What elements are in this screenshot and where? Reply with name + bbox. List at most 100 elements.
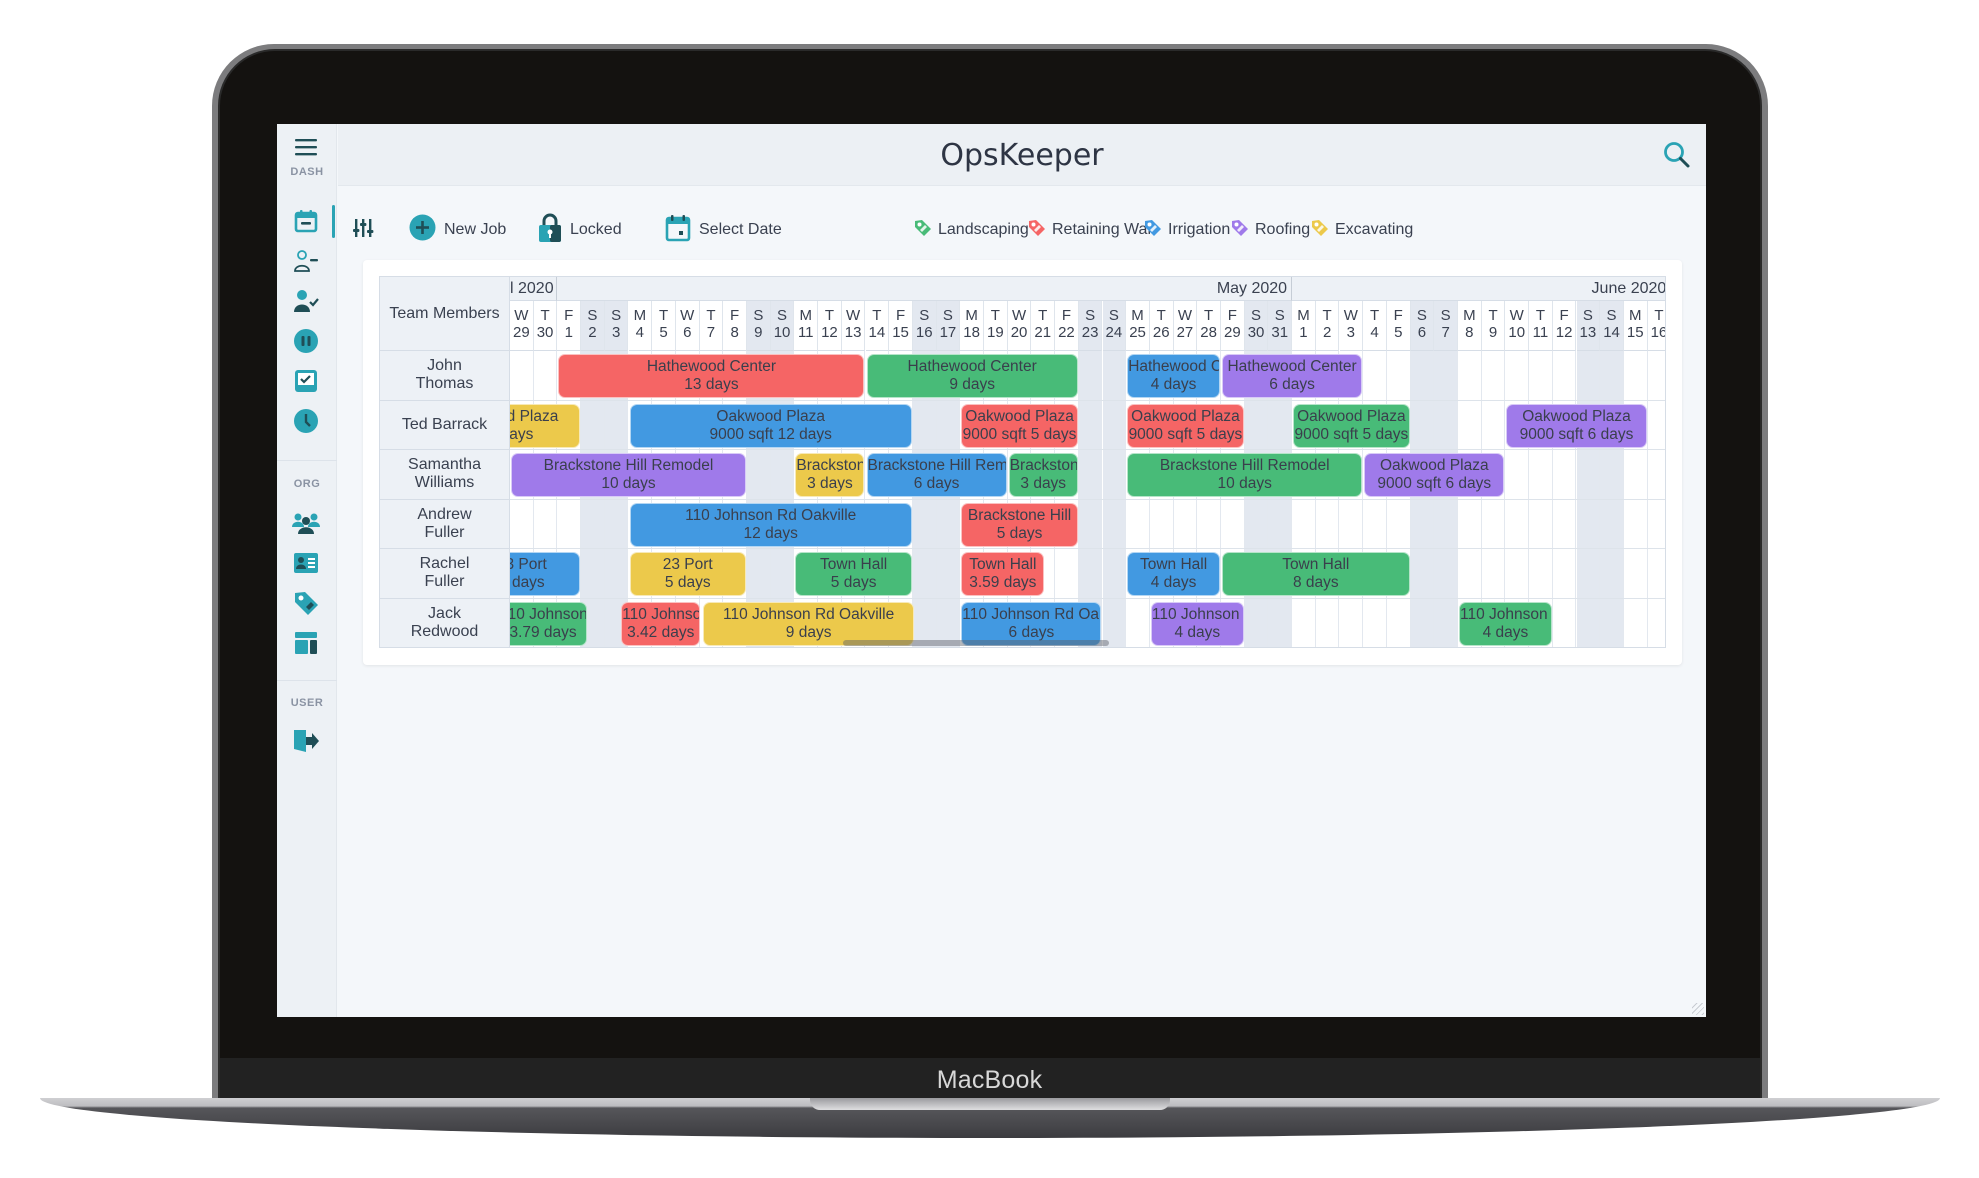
job-bar[interactable]: 110 Johnson Rd Oakville6 days xyxy=(961,601,1102,646)
users-group-icon[interactable] xyxy=(291,508,321,538)
day-number: 29 xyxy=(1224,324,1241,341)
day-number: 16 xyxy=(915,324,933,341)
job-bar[interactable]: Brackstone Hill Remodel6 days xyxy=(866,453,1007,497)
weekday-letter: M xyxy=(633,307,647,324)
clock-icon[interactable] xyxy=(291,406,321,436)
weekday-letter: T xyxy=(872,307,882,324)
select-date-button[interactable]: Select Date xyxy=(665,210,782,250)
legend-item-irrigation[interactable]: Irrigation xyxy=(1144,210,1230,250)
weekday-letter: F xyxy=(1227,307,1237,324)
job-title: Town Hall xyxy=(1139,556,1208,573)
tag-icon xyxy=(1231,219,1249,242)
horizontal-scrollbar-thumb[interactable] xyxy=(843,640,1110,646)
job-bar[interactable]: Oakwood Plaza 9000 sqft 12 days xyxy=(629,403,912,448)
job-bar[interactable]: Town Hall 5 days xyxy=(795,552,912,596)
day-header: T 30 xyxy=(533,301,558,351)
job-title: Brackstone Hill Remodel xyxy=(543,457,714,474)
job-bar[interactable]: Oakwood Plaza 9000 sqft 5 days xyxy=(1293,403,1410,448)
locked-toggle[interactable]: Locked xyxy=(538,210,622,250)
job-bar[interactable]: Hathewood Center4 days xyxy=(1127,354,1220,398)
tag-icon xyxy=(1144,219,1162,242)
timeline[interactable]: l 2020 May 2020 June 2020 W 29 T 30 F 1 S 2 S 3 M 4 T 5 W… xyxy=(510,277,1665,647)
job-bar[interactable]: Town Hall 8 days xyxy=(1222,552,1410,596)
day-number: 7 xyxy=(1441,324,1450,341)
day-header: M 15 xyxy=(1623,301,1648,351)
job-bar[interactable]: 110 Johnson Rd Oakville4 days xyxy=(1459,601,1552,646)
job-bar[interactable]: Brackstone Hill Remodel3 days xyxy=(1008,453,1078,497)
job-bar[interactable]: Town Hall 4 days xyxy=(1127,552,1220,596)
job-bar[interactable]: Town Hall 3.59 days xyxy=(961,552,1045,596)
legend-item-retaining-wall[interactable]: Retaining Wall xyxy=(1028,210,1155,250)
day-header: M1 xyxy=(1292,301,1316,351)
job-bar[interactable]: Oakwood Plaza 9000 sqft 5 days xyxy=(1127,403,1244,448)
job-bar[interactable]: Oakwood Plaza6.5 days xyxy=(510,403,581,448)
job-bar[interactable]: Hathewood Center 13 days xyxy=(558,354,865,398)
day-header: S 23 xyxy=(1078,301,1103,351)
legend-item-roofing[interactable]: Roofing xyxy=(1231,210,1310,250)
job-bar[interactable]: 23 Port5 days xyxy=(510,552,581,596)
job-bar[interactable]: 110 Johnson Rd Oakville3.79 days xyxy=(510,601,587,646)
layout-icon[interactable] xyxy=(291,628,321,658)
day-header: T 28 xyxy=(1197,301,1221,351)
job-duration: 13 days xyxy=(684,376,739,393)
laptop-hinge-notch xyxy=(810,1098,1170,1110)
day-number: 2 xyxy=(588,324,597,341)
day-number: 4 xyxy=(635,324,645,341)
job-duration: 9 days xyxy=(785,623,832,641)
weekday-letter: S xyxy=(942,307,953,324)
month-header: May 2020 xyxy=(557,277,1293,301)
top-bar: OpsKeeper xyxy=(338,124,1706,186)
tag-icon[interactable] xyxy=(291,588,321,618)
job-title: Town Hall xyxy=(969,556,1037,573)
pause-circle-icon[interactable] xyxy=(291,326,321,356)
job-bar[interactable]: 23 Port5 days xyxy=(629,552,746,596)
user-check-icon[interactable] xyxy=(291,286,321,316)
day-header: S 24 xyxy=(1102,301,1127,351)
row-divider xyxy=(510,597,1665,599)
job-duration: 5 days xyxy=(664,574,711,591)
day-header: F 15 xyxy=(889,301,913,351)
filter-button[interactable] xyxy=(352,210,374,250)
job-bar[interactable]: 110 Johnson Rd Oakville 9 days xyxy=(702,601,915,646)
inbox-check-icon[interactable] xyxy=(291,366,321,396)
job-bar[interactable]: Oakwood Plaza 9000 sqft 6 days xyxy=(1364,453,1505,497)
resize-grip-icon[interactable] xyxy=(1692,1003,1704,1015)
id-card-icon[interactable] xyxy=(291,548,321,578)
job-bar[interactable]: Oakwood Plaza 9000 sqft 6 days xyxy=(1506,403,1647,448)
job-title: 23 Port xyxy=(662,556,713,573)
user-minus-icon[interactable] xyxy=(291,246,321,276)
sign-out-icon[interactable] xyxy=(291,726,321,756)
weekday-letter: F xyxy=(564,307,574,324)
day-number: 8 xyxy=(1465,324,1474,341)
legend-item-landscaping[interactable]: Landscaping xyxy=(914,210,1029,250)
search-icon[interactable] xyxy=(1662,140,1692,170)
day-header: T 11 xyxy=(1529,301,1553,351)
team-member-name: Samantha Williams xyxy=(380,450,510,500)
job-duration: 9000 sqft 5 days xyxy=(1128,425,1243,443)
new-job-button[interactable]: New Job xyxy=(409,210,506,250)
legend-item-excavating[interactable]: Excavating xyxy=(1311,210,1413,250)
weekday-letter: F xyxy=(895,307,906,324)
job-bar[interactable]: 110 Johnson Rd Oakville4 days xyxy=(1150,601,1244,646)
job-bar[interactable]: Oakwood Plaza 9000 sqft 5 days xyxy=(961,403,1078,448)
job-bar[interactable]: 110 Johnson Rd Oakville3.42 days xyxy=(621,601,701,646)
select-date-label: Select Date xyxy=(699,221,782,238)
weekday-letter: W xyxy=(514,307,529,324)
job-bar[interactable]: Brackstone Hill Remodel3 days xyxy=(795,453,865,497)
calendar-icon xyxy=(665,214,691,247)
job-bar[interactable]: Brackstone Hill 5 days xyxy=(961,502,1078,547)
calendar-icon[interactable] xyxy=(291,206,321,236)
job-bar[interactable]: Brackstone Hill Remodel 10 days xyxy=(511,453,746,497)
month-header: l 2020 xyxy=(510,277,558,301)
hamburger-menu-icon[interactable] xyxy=(291,132,321,162)
job-duration: 6 days xyxy=(1269,376,1315,393)
job-duration: 3.42 days xyxy=(627,623,695,641)
day-header: F1 xyxy=(557,301,582,351)
row-divider xyxy=(510,399,1665,401)
day-number: 11 xyxy=(1532,324,1549,341)
job-bar[interactable]: Hathewood Center 9 days xyxy=(866,354,1078,398)
month-header: June 2020 xyxy=(1292,277,1665,301)
job-bar[interactable]: Brackstone Hill Remodel 10 days xyxy=(1127,453,1363,497)
job-bar[interactable]: Hathewood Center 6 days xyxy=(1222,354,1363,398)
job-bar[interactable]: 110 Johnson Rd Oakville 12 days xyxy=(629,502,912,547)
